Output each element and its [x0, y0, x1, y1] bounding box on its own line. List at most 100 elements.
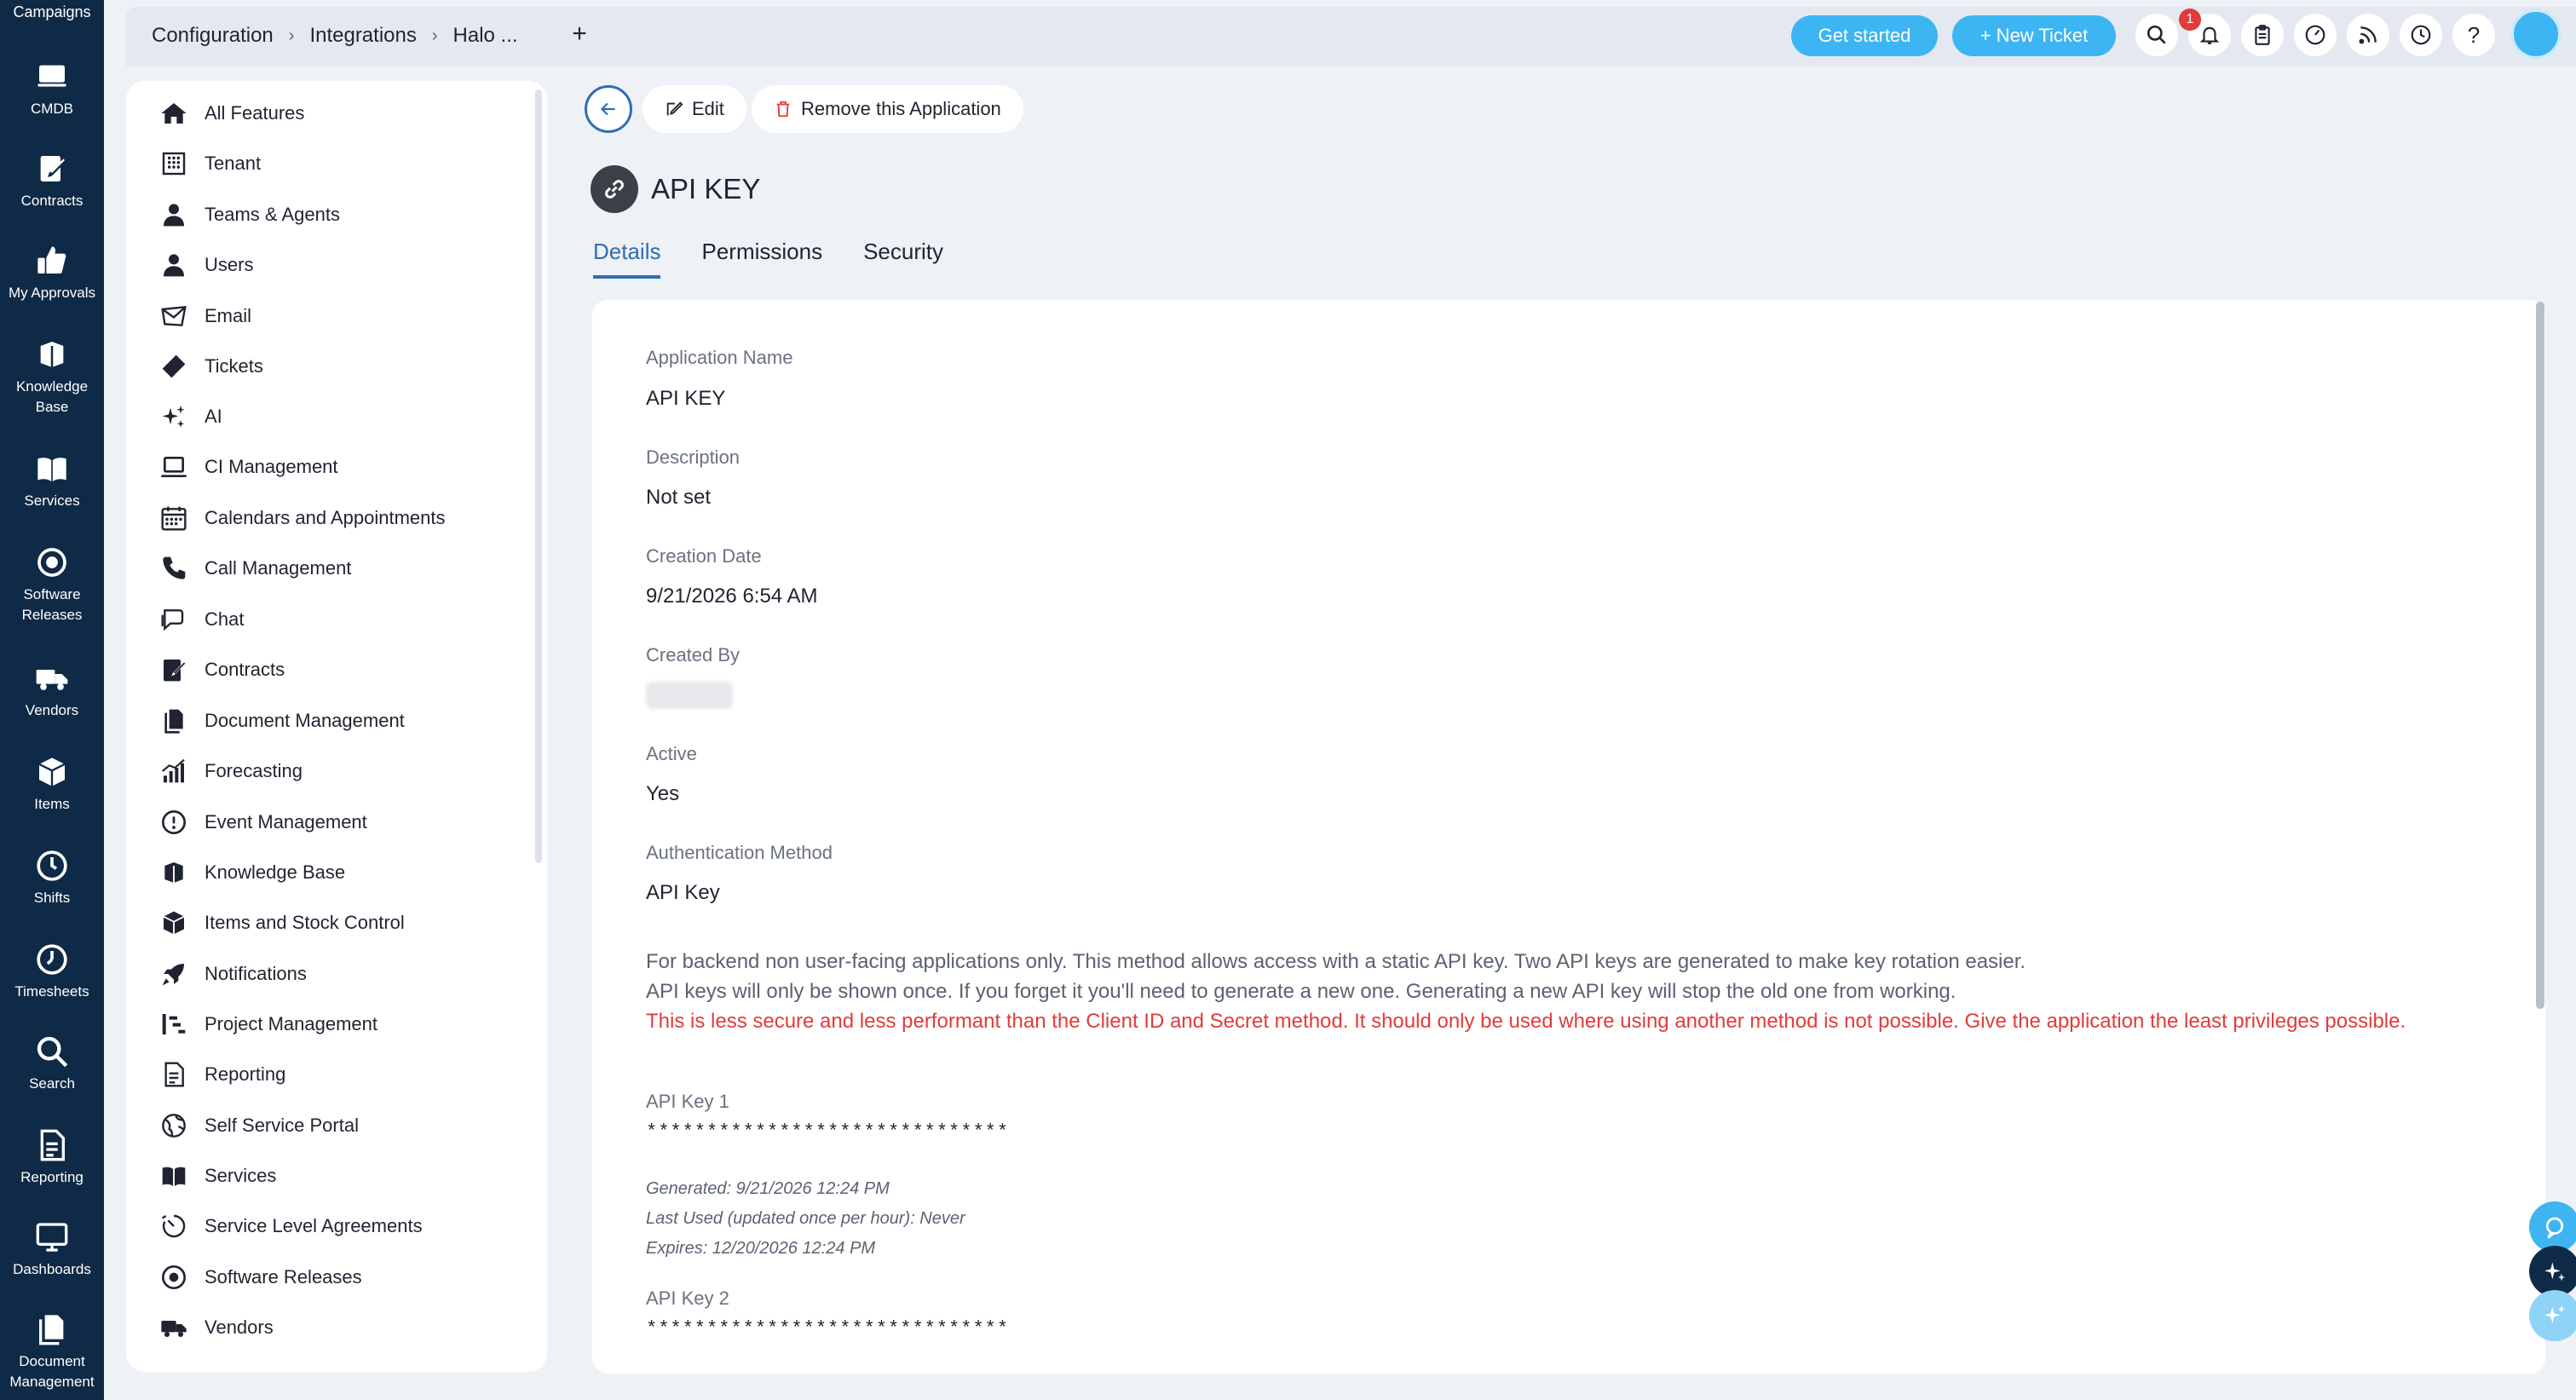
tab-security[interactable]: Security — [863, 239, 943, 279]
config-item-sla[interactable]: Service Level Agreements — [160, 1213, 423, 1240]
config-item-label: Call Management — [205, 557, 352, 579]
config-item-users[interactable]: Users — [160, 251, 253, 279]
config-item-self-service-portal[interactable]: Self Service Portal — [160, 1112, 359, 1139]
config-item-forecasting[interactable]: Forecasting — [160, 758, 303, 785]
chat-icon — [2545, 1217, 2564, 1239]
rail-item-reporting[interactable]: Reporting — [0, 1128, 104, 1188]
new-ticket-button[interactable]: + New Ticket — [1952, 15, 2116, 56]
config-item-label: Chat — [205, 608, 245, 630]
config-item-email[interactable]: Email — [160, 302, 251, 330]
config-item-event-management[interactable]: Event Management — [160, 809, 367, 836]
config-item-project-management[interactable]: Project Management — [160, 1011, 377, 1038]
history-button[interactable] — [2400, 14, 2442, 56]
rail-item-cmdb[interactable]: CMDB — [0, 60, 104, 119]
tab-details[interactable]: Details — [593, 239, 661, 279]
config-item-knowledge-base[interactable]: Knowledge Base — [160, 859, 345, 886]
rail-item-my-approvals[interactable]: My Approvals — [0, 244, 104, 303]
tab-permissions[interactable]: Permissions — [701, 239, 822, 279]
book-stack-icon — [40, 342, 64, 367]
config-item-vendors[interactable]: Vendors — [160, 1314, 274, 1341]
config-item-tenant[interactable]: Tenant — [160, 150, 261, 177]
help-button[interactable]: ? — [2452, 14, 2495, 56]
info-text-line2: API keys will only be shown once. If you… — [646, 980, 1956, 1003]
rail-item-items[interactable]: Items — [0, 755, 104, 815]
nav-rail: Campaigns CMDB Contracts My Approvals Kn… — [0, 0, 104, 1400]
config-item-items-stock[interactable]: Items and Stock Control — [160, 909, 405, 936]
disc-icon — [37, 548, 66, 577]
api-key-1-value: ****************************** — [646, 1121, 1010, 1143]
contract-edit-icon — [40, 156, 66, 181]
rail-item-knowledge-base[interactable]: Knowledge Base — [0, 337, 104, 418]
rail-item-services[interactable]: Services — [0, 452, 104, 511]
rail-item-campaigns[interactable]: Campaigns — [0, 3, 104, 21]
search-icon — [37, 1036, 68, 1068]
rail-item-software-releases[interactable]: Software Releases — [0, 545, 104, 625]
avatar[interactable] — [2510, 9, 2562, 60]
edit-icon — [666, 101, 683, 116]
rail-item-search[interactable]: Search — [0, 1034, 104, 1094]
config-item-all-features[interactable]: All Features — [160, 100, 304, 127]
phone-icon — [163, 556, 186, 579]
config-item-notifications[interactable]: Notifications — [160, 960, 307, 988]
config-item-calendars[interactable]: Calendars and Appointments — [160, 504, 446, 532]
clipboard-button[interactable] — [2241, 14, 2284, 56]
rail-item-dashboards[interactable]: Dashboards — [0, 1220, 104, 1280]
remove-application-button[interactable]: Remove this Application — [752, 85, 1023, 133]
rocket-icon — [162, 964, 184, 986]
api-key-2-label: API Key 2 — [646, 1288, 729, 1309]
breadcrumb-halo[interactable]: Halo ... — [453, 24, 518, 48]
ticket-icon — [162, 354, 186, 378]
search-button[interactable] — [2135, 14, 2178, 56]
laptop-icon — [161, 457, 187, 477]
back-button[interactable] — [585, 85, 632, 133]
chat-support-button[interactable] — [2529, 1201, 2576, 1253]
config-item-chat[interactable]: Chat — [160, 606, 244, 633]
rail-item-document-management[interactable]: Document Management — [0, 1312, 104, 1392]
config-item-call-management[interactable]: Call Management — [160, 555, 351, 582]
notification-count-badge: 1 — [2179, 9, 2201, 31]
report-icon — [164, 1062, 184, 1087]
rail-item-timesheets[interactable]: Timesheets — [0, 942, 104, 1002]
get-started-button[interactable]: Get started — [1791, 15, 1938, 56]
config-item-label: Document Management — [205, 710, 405, 731]
rail-item-contracts[interactable]: Contracts — [0, 152, 104, 211]
config-item-contracts[interactable]: Contracts — [160, 656, 285, 683]
rail-item-shifts[interactable]: Shifts — [0, 849, 104, 908]
ai-sparkle-button[interactable] — [2529, 1290, 2576, 1341]
monitor-icon — [37, 65, 66, 87]
rail-item-label: Contracts — [20, 193, 84, 209]
api-key-1-generated: Generated: 9/21/2026 12:24 PM — [646, 1179, 890, 1198]
breadcrumb-integrations[interactable]: Integrations — [309, 24, 416, 48]
panel-scrollbar[interactable] — [2536, 302, 2544, 1009]
edit-button[interactable]: Edit — [643, 85, 746, 133]
config-item-ai[interactable]: AI — [160, 403, 222, 430]
ai-assistant-button[interactable] — [2529, 1246, 2576, 1297]
rail-item-label: Dashboards — [13, 1261, 91, 1277]
rail-item-label: Software Releases — [21, 586, 83, 623]
breadcrumb: Configuration › Integrations › Halo ... — [152, 24, 518, 48]
sparkle-icon — [162, 405, 185, 428]
config-item-label: Services — [205, 1165, 277, 1186]
speed-button[interactable] — [2294, 14, 2337, 56]
config-item-ci-management[interactable]: CI Management — [160, 453, 338, 481]
config-item-services[interactable]: Services — [160, 1162, 276, 1190]
dashboard-icon — [36, 1223, 68, 1252]
add-tab-button[interactable]: + — [562, 17, 596, 51]
rail-item-vendors[interactable]: Vendors — [0, 661, 104, 721]
config-item-software-releases[interactable]: Software Releases — [160, 1264, 362, 1291]
info-text-line1: For backend non user-facing applications… — [646, 950, 2026, 973]
config-item-label: Event Management — [205, 811, 367, 833]
application-name-value: API KEY — [646, 387, 726, 410]
config-item-teams-agents[interactable]: Teams & Agents — [160, 201, 340, 228]
rail-item-label: Shifts — [33, 890, 71, 906]
config-item-document-management[interactable]: Document Management — [160, 707, 405, 735]
config-item-label: Software Releases — [205, 1266, 362, 1288]
config-item-reporting[interactable]: Reporting — [160, 1061, 285, 1088]
building-icon — [162, 152, 186, 176]
config-item-tickets[interactable]: Tickets — [160, 353, 263, 380]
sidebar-scrollbar[interactable] — [535, 89, 542, 863]
sparkle-icon — [2544, 1305, 2565, 1324]
feed-button[interactable] — [2347, 14, 2389, 56]
breadcrumb-configuration[interactable]: Configuration — [152, 24, 274, 48]
config-item-label: Notifications — [205, 963, 307, 984]
